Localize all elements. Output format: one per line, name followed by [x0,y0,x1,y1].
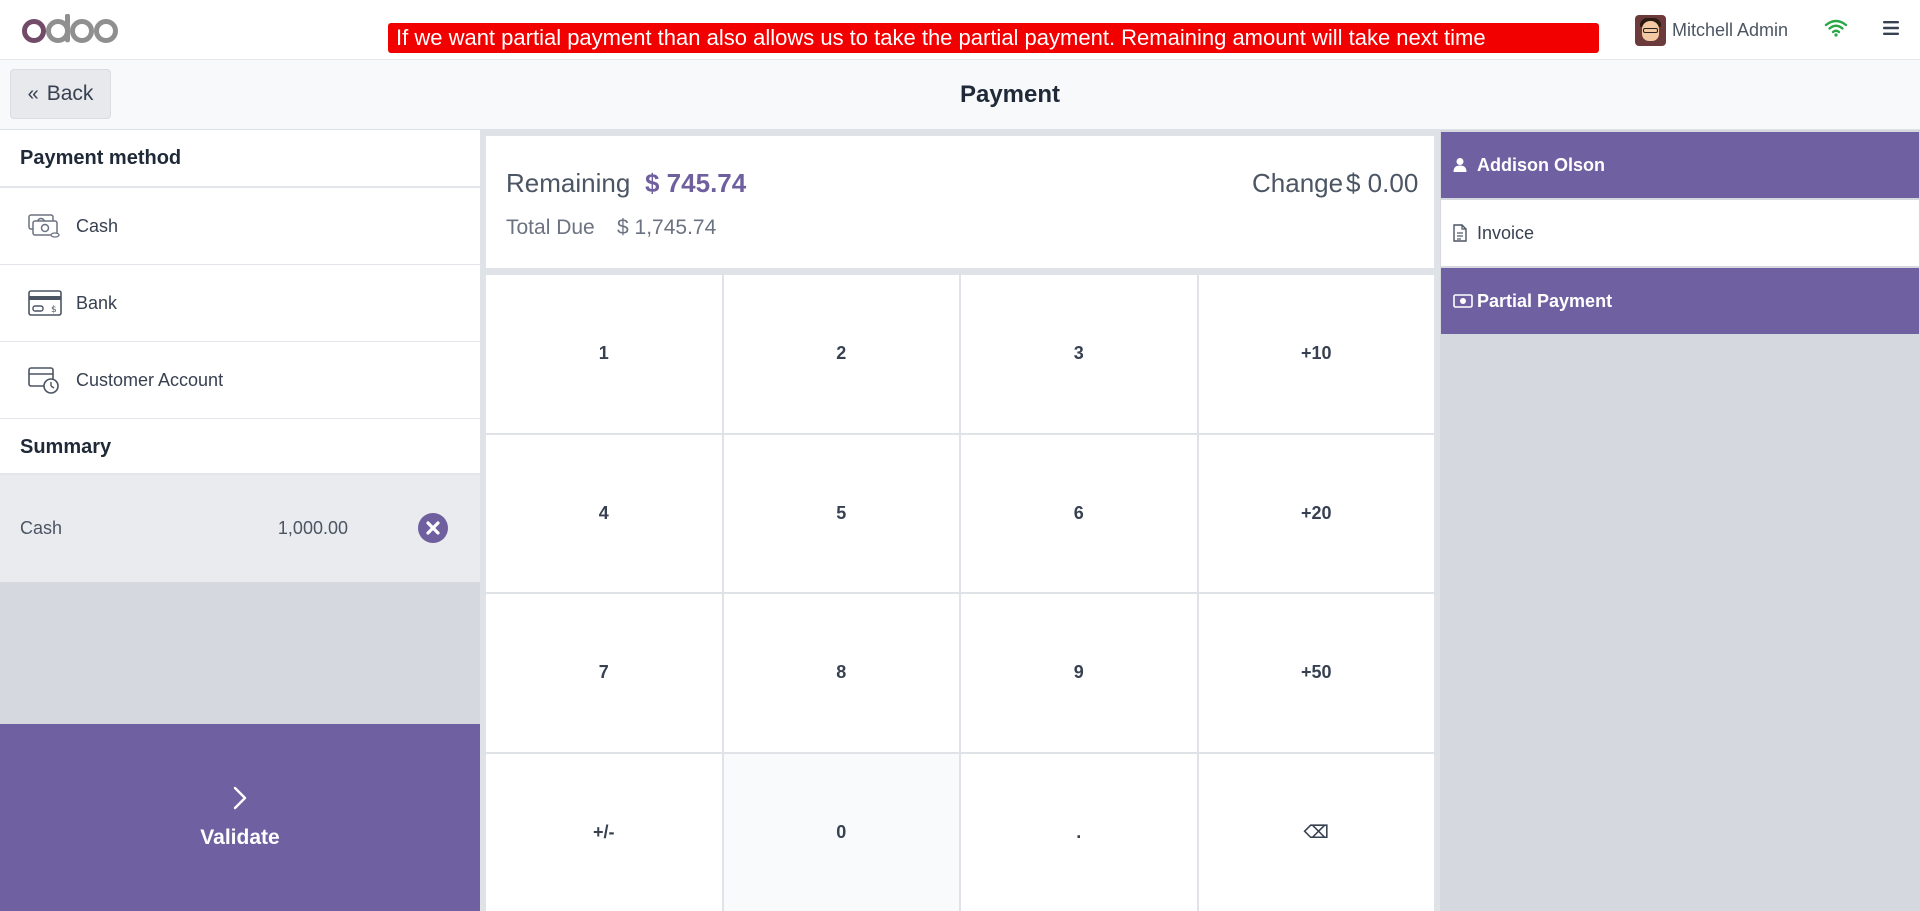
annotation-banner: If we want partial payment than also all… [388,23,1599,53]
customer-name: Addison Olson [1477,154,1605,175]
payment-method-label: Bank [76,292,118,313]
numpad-key-plus-50[interactable]: +50 [1198,594,1434,752]
odoo-logo-mark [22,14,118,43]
cash-icon [28,214,60,238]
summary-title: Summary [0,419,480,475]
wifi-icon [1824,19,1848,37]
change-label: Change [1252,168,1344,198]
backspace-icon[interactable]: ⌫ [1198,753,1434,911]
payment-center: Remaining $ 745.74 Change $ 0.00 Total D… [480,130,1440,911]
numpad-key-plus-20[interactable]: +20 [1198,434,1434,592]
customer-account-icon [28,367,59,394]
numpad-key-6[interactable]: 6 [961,434,1197,592]
double-chevron-left-icon: « [27,82,39,105]
numpad-key-5[interactable]: 5 [723,434,959,592]
change-amount: $ 0.00 [1346,168,1419,198]
remaining-label: Remaining [506,168,631,198]
numpad: 1 2 3 +10 4 5 6 +20 7 8 9 +50 +/- 0 . ⌫ [486,275,1434,911]
payment-method-label: Cash [76,215,119,236]
svg-text:$: $ [51,305,57,315]
page-title: Payment [959,81,1061,108]
invoice-button[interactable]: Invoice [1441,200,1919,266]
payment-line-amount: 1,000.00 [277,518,348,538]
payment-method-title: Payment method [0,130,480,188]
chevron-right-icon [233,786,247,810]
validate-label: Validate [200,826,280,849]
partial-payment-button[interactable]: Partial Payment [1441,268,1919,334]
back-label: Back [46,82,94,105]
numpad-key-2[interactable]: 2 [723,275,959,433]
close-icon [426,521,440,535]
numpad-key-4[interactable]: 4 [486,434,722,592]
numpad-key-3[interactable]: 3 [961,275,1197,433]
avatar [1635,14,1666,46]
partial-payment-label: Partial Payment [1477,290,1613,311]
payment-method-bank[interactable]: $ Bank [0,265,480,342]
user-menu[interactable]: Mitchell Admin [1635,14,1788,46]
user-icon [1453,158,1467,172]
document-icon [1453,224,1467,242]
payment-status: Remaining $ 745.74 Change $ 0.00 Total D… [486,136,1434,268]
payment-line[interactable]: Cash 1,000.00 [0,475,480,582]
numpad-key-1[interactable]: 1 [486,275,722,433]
numpad-key-decimal[interactable]: . [961,753,1197,911]
numpad-key-plus-minus[interactable]: +/- [486,753,722,911]
payment-options-panel: Addison Olson Invoice Partial Payment [1440,130,1920,911]
remaining-amount: $ 745.74 [645,168,747,198]
numpad-key-plus-10[interactable]: +10 [1198,275,1434,433]
bank-card-icon: $ [28,290,62,316]
numpad-key-8[interactable]: 8 [723,594,959,752]
hamburger-menu-icon[interactable] [1881,18,1901,38]
payment-method-label: Customer Account [76,369,224,390]
payment-method-cash[interactable]: Cash [0,188,480,265]
total-due-amount: $ 1,745.74 [617,216,717,239]
numpad-key-7[interactable]: 7 [486,594,722,752]
validate-button[interactable]: Validate [0,724,480,911]
user-name: Mitchell Admin [1672,19,1789,40]
total-due-label: Total Due [506,216,595,239]
payment-methods-panel: Payment method Cash $ Bank Customer Acco… [0,130,480,911]
money-bill-icon [1453,294,1473,308]
numpad-key-0[interactable]: 0 [723,753,959,911]
top-navbar: If we want partial payment than also all… [0,0,1920,60]
payment-method-customer-account[interactable]: Customer Account [0,342,480,419]
invoice-label: Invoice [1477,222,1535,243]
numpad-key-9[interactable]: 9 [961,594,1197,752]
odoo-logo [22,8,118,52]
payment-header: Payment « Back [0,60,1920,130]
delete-payment-line-button[interactable] [418,513,448,543]
payment-line-method: Cash [20,518,63,538]
customer-button[interactable]: Addison Olson [1441,132,1919,198]
back-button[interactable]: « Back [10,69,111,119]
